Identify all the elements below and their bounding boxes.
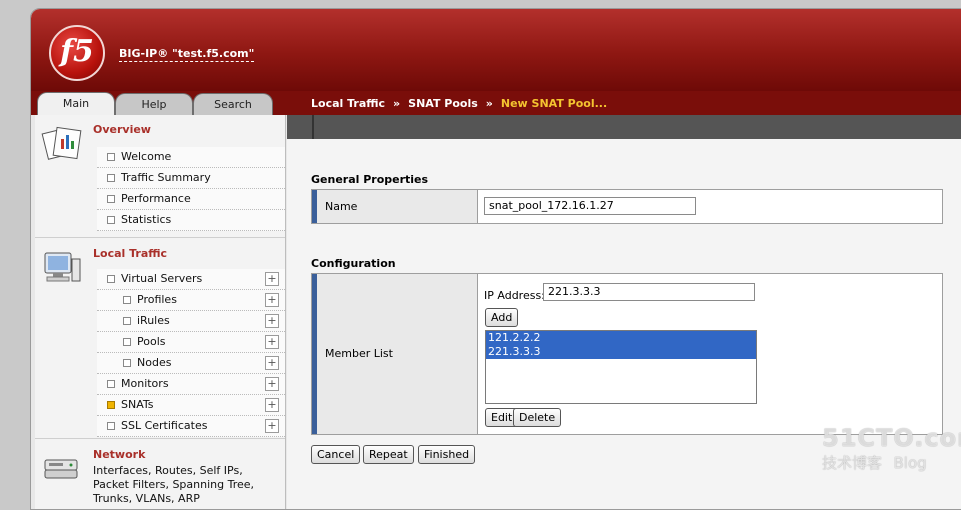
sidebar-item-virtual-servers[interactable]: Virtual Servers +: [97, 269, 285, 290]
device-hostname[interactable]: BIG-IP® "test.f5.com": [119, 47, 255, 62]
configuration-heading: Configuration: [311, 257, 396, 270]
sidebar-item-label: Statistics: [121, 213, 172, 226]
sidebar-item-statistics[interactable]: Statistics: [97, 210, 285, 231]
bullet-icon: [107, 174, 115, 182]
network-icon: [44, 459, 78, 479]
expand-plus-icon[interactable]: +: [265, 377, 279, 391]
expand-plus-icon[interactable]: +: [265, 356, 279, 370]
sidebar-item-performance[interactable]: Performance: [97, 189, 285, 210]
bullet-icon: [107, 380, 115, 388]
header-banner: f5 BIG-IP® "test.f5.com": [31, 9, 961, 91]
sidebar-item-traffic-summary[interactable]: Traffic Summary: [97, 168, 285, 189]
bullet-icon: [107, 195, 115, 203]
breadcrumb-separator: »: [485, 97, 493, 110]
toolbar-divider: [312, 115, 314, 139]
breadcrumb-local-traffic[interactable]: Local Traffic: [311, 97, 385, 110]
sidebar-item-monitors[interactable]: Monitors +: [97, 374, 285, 395]
expand-plus-icon[interactable]: +: [265, 419, 279, 433]
sidebar-item-irules[interactable]: iRules +: [97, 311, 285, 332]
list-item[interactable]: 221.3.3.3: [486, 345, 756, 359]
bullet-icon: [107, 401, 115, 409]
watermark-site: 51CTO.com: [822, 424, 961, 452]
name-label-cell: Name: [312, 190, 478, 223]
section-divider: [35, 237, 285, 238]
name-label: Name: [325, 200, 358, 213]
repeat-button[interactable]: Repeat: [363, 445, 414, 464]
section-divider: [35, 438, 285, 439]
ip-address-input[interactable]: 221.3.3.3: [543, 283, 755, 301]
breadcrumb-snat-pools[interactable]: SNAT Pools: [408, 97, 478, 110]
sidebar-item-snats[interactable]: SNATs +: [97, 395, 285, 416]
tab-help[interactable]: Help: [115, 93, 193, 116]
watermark-tagline: 技术博客: [822, 454, 883, 472]
sidebar-item-label: Pools: [137, 335, 166, 348]
overview-title: Overview: [93, 123, 151, 136]
sidebar-item-label: SSL Certificates: [121, 419, 208, 432]
ip-address-label: IP Address:: [484, 289, 545, 302]
sidebar-section-network: Network Interfaces, Routes, Self IPs, Pa…: [35, 440, 285, 509]
add-button[interactable]: Add: [485, 308, 519, 327]
overview-nav: Welcome Traffic Summary Performance Stat…: [97, 147, 285, 231]
bullet-icon: [107, 153, 115, 161]
bullet-icon: [123, 317, 131, 325]
member-list-label-cell: Member List: [312, 274, 478, 434]
expand-plus-icon[interactable]: +: [265, 272, 279, 286]
bullet-icon: [107, 422, 115, 430]
list-item[interactable]: 121.2.2.2: [486, 331, 756, 345]
watermark-blog: Blog: [893, 454, 927, 472]
name-input[interactable]: snat_pool_172.16.1.27: [484, 197, 696, 215]
sidebar-item-label: iRules: [137, 314, 170, 327]
bullet-icon: [123, 296, 131, 304]
sidebar-section-local-traffic: Local Traffic Virtual Servers + Profiles +…: [35, 239, 285, 437]
breadcrumb-current: New SNAT Pool...: [500, 97, 608, 110]
breadcrumb: Local Traffic » SNAT Pools » New SNAT Pool..…: [311, 97, 607, 110]
sidebar-item-pools[interactable]: Pools +: [97, 332, 285, 353]
sidebar-item-label: Profiles: [137, 293, 177, 306]
expand-plus-icon[interactable]: +: [265, 335, 279, 349]
expand-plus-icon[interactable]: +: [265, 314, 279, 328]
sidebar-item-nodes[interactable]: Nodes +: [97, 353, 285, 374]
sidebar-item-profiles[interactable]: Profiles +: [97, 290, 285, 311]
sidebar-item-welcome[interactable]: Welcome: [97, 147, 285, 168]
bullet-icon: [107, 216, 115, 224]
tab-main[interactable]: Main: [37, 92, 115, 116]
general-properties-heading: General Properties: [311, 173, 429, 186]
local-traffic-title: Local Traffic: [93, 247, 168, 260]
cancel-button[interactable]: Cancel: [311, 445, 361, 464]
sidebar-item-ssl-certificates[interactable]: SSL Certificates +: [97, 416, 285, 437]
configuration-table: Member List IP Address: 221.3.3.3 Add 12…: [311, 273, 943, 435]
sidebar-item-label: Performance: [121, 192, 191, 205]
f5-logo: f5: [49, 25, 105, 81]
sidebar-item-label: SNATs: [121, 398, 154, 411]
overview-icon: [41, 126, 82, 160]
sidebar-item-label: Traffic Summary: [121, 171, 211, 184]
sidebar-section-overview: Overview Welcome Traffic Summary Perform…: [35, 115, 285, 233]
general-properties-table: Name snat_pool_172.16.1.27: [311, 189, 943, 224]
sidebar-item-label: Nodes: [137, 356, 172, 369]
tab-search[interactable]: Search: [193, 93, 273, 116]
bullet-icon: [123, 359, 131, 367]
content-toolbar: [287, 115, 961, 139]
finished-button[interactable]: Finished: [418, 445, 476, 464]
expand-plus-icon[interactable]: +: [265, 293, 279, 307]
member-listbox[interactable]: 121.2.2.2 221.3.3.3: [485, 330, 757, 404]
sidebar-item-label: Welcome: [121, 150, 172, 163]
network-title[interactable]: Network: [93, 448, 145, 461]
sidebar-item-label: Monitors: [121, 377, 169, 390]
bullet-icon: [107, 275, 115, 283]
watermark: 51CTO.com 技术博客 Blog: [822, 424, 961, 473]
network-description[interactable]: Interfaces, Routes, Self IPs, Packet Fil…: [93, 464, 273, 506]
local-traffic-icon: [44, 252, 81, 282]
member-list-label: Member List: [325, 347, 393, 360]
bullet-icon: [123, 338, 131, 346]
local-traffic-nav: Virtual Servers + Profiles + iRules + Pools…: [97, 269, 285, 437]
breadcrumb-separator: »: [393, 97, 401, 110]
expand-plus-icon[interactable]: +: [265, 398, 279, 412]
sidebar-item-label: Virtual Servers: [121, 272, 203, 285]
delete-button[interactable]: Delete: [513, 408, 562, 427]
sidebar: Overview Welcome Traffic Summary Perform…: [35, 115, 286, 509]
